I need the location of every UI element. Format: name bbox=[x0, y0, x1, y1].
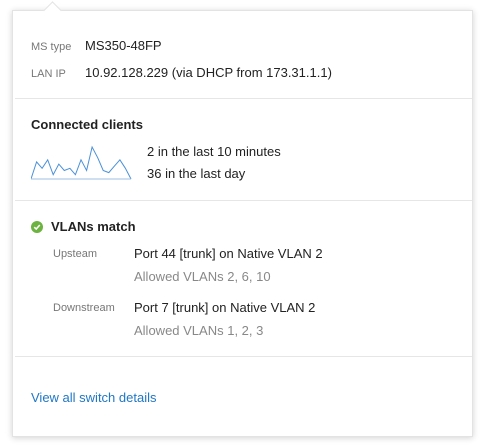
upstream-allowed-vlans: Allowed VLANs 2, 6, 10 bbox=[134, 269, 271, 284]
ms-type-label: MS type bbox=[31, 41, 72, 53]
downstream-allowed-vlans: Allowed VLANs 1, 2, 3 bbox=[134, 323, 264, 338]
connected-clients-title: Connected clients bbox=[31, 117, 143, 132]
view-all-switch-details-link[interactable]: View all switch details bbox=[31, 390, 156, 405]
ms-type-value: MS350-48FP bbox=[85, 38, 162, 53]
check-circle-icon bbox=[31, 221, 43, 233]
divider bbox=[15, 356, 472, 357]
divider bbox=[15, 200, 472, 201]
divider bbox=[15, 98, 472, 99]
lan-ip-value: 10.92.128.229 (via DHCP from 173.31.1.1) bbox=[85, 65, 332, 80]
upstream-label: Upsteam bbox=[53, 248, 98, 260]
lan-ip-label: LAN IP bbox=[31, 68, 66, 80]
sparkline-line bbox=[31, 145, 132, 180]
vlans-match-title: VLANs match bbox=[51, 219, 136, 234]
clients-sparkline bbox=[31, 145, 132, 180]
switch-details-popover: MS type MS350-48FP LAN IP 10.92.128.229 … bbox=[12, 10, 473, 437]
downstream-label: Downstream bbox=[53, 302, 115, 314]
clients-last-10-minutes: 2 in the last 10 minutes bbox=[147, 144, 281, 159]
upstream-port: Port 44 [trunk] on Native VLAN 2 bbox=[134, 246, 323, 261]
clients-last-day: 36 in the last day bbox=[147, 166, 246, 181]
downstream-port: Port 7 [trunk] on Native VLAN 2 bbox=[134, 300, 316, 315]
